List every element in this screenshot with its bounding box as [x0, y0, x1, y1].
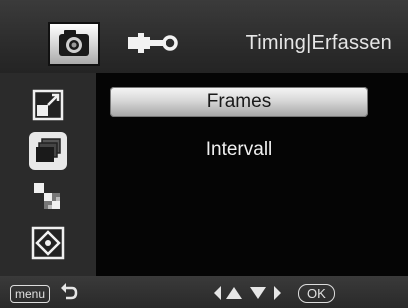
- sidebar-item-focus[interactable]: [28, 223, 68, 263]
- tab-settings[interactable]: [124, 26, 180, 60]
- sidebar-item-burst[interactable]: [28, 131, 68, 171]
- top-bar: Timing|Erfassen: [0, 0, 408, 73]
- checkered-pattern-icon: [34, 183, 60, 209]
- focus-target-icon: [31, 226, 65, 260]
- ok-button-hint[interactable]: OK: [298, 284, 335, 303]
- menu-button-hint[interactable]: menu: [10, 285, 51, 303]
- return-arrow-icon[interactable]: [60, 282, 78, 302]
- tab-camera[interactable]: [48, 22, 100, 66]
- resize-icon: [32, 89, 64, 121]
- sidebar-item-pattern[interactable]: [28, 177, 68, 217]
- menu-options-panel: Frames Intervall: [96, 73, 408, 276]
- menu-title: Timing|Erfassen: [245, 32, 392, 54]
- wrench-icon: [128, 33, 178, 53]
- menu-item-intervall[interactable]: Intervall: [110, 135, 368, 165]
- camera-menu-screen: Timing|Erfassen Frames Intervall menu OK: [0, 0, 408, 308]
- bottom-hint-bar: menu OK: [0, 276, 408, 308]
- camera-icon: [59, 30, 89, 56]
- sidebar-item-resize[interactable]: [28, 85, 68, 125]
- sidebar: [0, 73, 96, 276]
- direction-arrows-icon: [214, 286, 281, 300]
- menu-item-frames[interactable]: Frames: [110, 87, 368, 117]
- burst-frames-icon: [29, 132, 67, 170]
